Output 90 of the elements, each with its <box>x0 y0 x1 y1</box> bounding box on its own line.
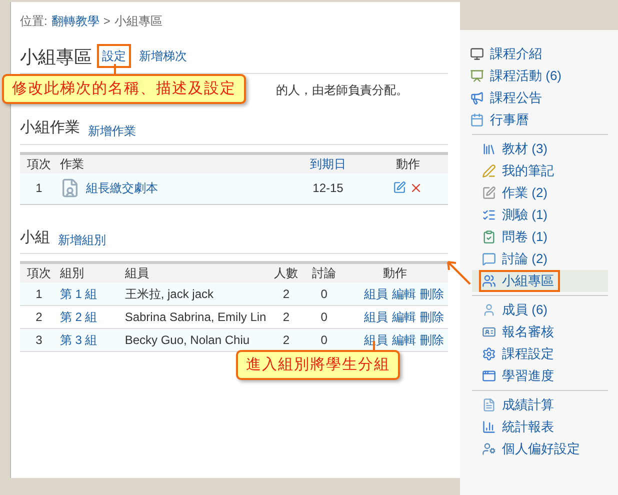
sidebar-label: 小組專區 <box>502 272 554 290</box>
sidebar-item[interactable]: 教材 (3) <box>472 138 608 160</box>
callout: 進入組別將學生分組 <box>236 350 400 380</box>
sidebar-item[interactable]: 小組專區 <box>472 270 608 292</box>
table-cell: 1 <box>20 173 58 204</box>
table-cell: 0 <box>306 328 342 352</box>
sidebar-item[interactable]: 行事曆 <box>460 109 608 131</box>
table-cell: 1 <box>20 282 58 306</box>
document-icon <box>482 398 496 412</box>
column-header: 作業 <box>58 153 288 173</box>
action-link[interactable]: 編輯 <box>392 308 416 326</box>
action-link[interactable]: 刪除 <box>420 284 444 303</box>
sidebar-item[interactable]: 課程介紹 <box>460 43 608 65</box>
title-link[interactable]: 新增梯次 <box>136 44 190 68</box>
column-header: 項次 <box>20 262 58 282</box>
table-cell: 2 <box>266 306 306 328</box>
gear-icon <box>482 347 496 361</box>
title-link[interactable]: 設定 <box>97 44 131 68</box>
column-header: 人數 <box>266 262 306 282</box>
breadcrumb-label: 位置: <box>20 13 48 30</box>
action-link[interactable]: 刪除 <box>420 331 444 349</box>
add-assignment-link[interactable]: 新增作業 <box>88 122 136 140</box>
group-link[interactable]: 第 3 組 <box>60 333 98 347</box>
assignment-link[interactable]: 組長繳交劇本 <box>86 179 158 198</box>
calendar-icon <box>470 113 484 127</box>
table-cell: Sabrina Sabrina, Emily Lin <box>124 306 266 328</box>
sidebar-item[interactable]: 個人偏好設定 <box>472 438 608 460</box>
column-header: 到期日 <box>288 153 368 173</box>
sidebar-item[interactable]: 報名審核 <box>472 321 608 343</box>
sidebar-item[interactable]: 成績計算 <box>472 394 608 416</box>
chat-icon <box>482 252 496 266</box>
user-icon <box>482 303 496 317</box>
column-header: 項次 <box>20 153 58 173</box>
sidebar-item[interactable]: 成員 (6) <box>472 299 608 321</box>
column-header: 動作 <box>342 262 448 282</box>
table-cell: 2 <box>20 306 58 328</box>
group-link[interactable]: 第 1 組 <box>60 286 98 301</box>
breadcrumb-current: 小組專區 <box>114 13 162 30</box>
megaphone-icon <box>470 91 484 105</box>
clipboard-icon <box>482 230 496 244</box>
sidebar-item[interactable]: 我的筆記 <box>472 160 608 182</box>
table-cell: 王米拉, jack jack <box>124 282 266 306</box>
column-header: 組員 <box>124 262 266 282</box>
sidebar-item[interactable]: 課程設定 <box>472 343 608 365</box>
group-link[interactable]: 第 2 組 <box>60 310 98 324</box>
bar-chart-icon <box>482 420 496 434</box>
monitor-icon <box>470 47 484 61</box>
breadcrumb-separator: > <box>103 13 110 30</box>
section-title: 小組作業 <box>20 118 80 138</box>
pen-icon <box>482 164 496 178</box>
user-gear-icon <box>482 442 496 456</box>
description: 的人，由老師負責分配。 <box>276 82 408 99</box>
table-cell: 2 <box>266 282 306 306</box>
checklist-icon <box>482 208 496 222</box>
table-cell: 12-15 <box>288 173 368 204</box>
sidebar-item[interactable]: 課程活動 (6) <box>460 65 608 87</box>
edit-icon[interactable] <box>393 181 406 194</box>
table-cell: 0 <box>306 306 342 328</box>
action-link[interactable]: 組員 <box>364 308 388 326</box>
callout: 修改此梯次的名稱、描述及設定 <box>2 74 246 104</box>
sidebar-item[interactable]: 作業 (2) <box>472 182 608 204</box>
books-icon <box>482 142 496 156</box>
board-icon <box>470 69 484 83</box>
pointer-arrow <box>445 259 472 286</box>
sidebar-item[interactable]: 問卷 (1) <box>472 226 608 248</box>
table-cell: 2 <box>266 328 306 352</box>
group-document-icon <box>60 178 80 198</box>
section-title: 小組 <box>20 228 50 248</box>
column-header: 討論 <box>306 262 342 282</box>
table-cell: Becky Guo, Nolan Chiu <box>124 328 266 352</box>
edit-icon <box>482 186 496 200</box>
sidebar-item[interactable]: 討論 (2) <box>472 248 608 270</box>
window-icon <box>482 369 496 383</box>
action-link[interactable]: 刪除 <box>420 308 444 326</box>
sidebar-item[interactable]: 學習進度 <box>472 365 608 387</box>
breadcrumb-link[interactable]: 翻轉教學 <box>51 12 100 30</box>
table-cell: 0 <box>306 282 342 306</box>
column-header: 組別 <box>58 262 125 282</box>
column-header: 動作 <box>368 153 448 173</box>
users-icon <box>482 274 496 288</box>
action-link[interactable]: 編輯 <box>392 284 416 303</box>
table-cell: 3 <box>20 328 58 352</box>
add-group-link[interactable]: 新增組別 <box>58 231 106 249</box>
sidebar-item[interactable]: 測驗 (1) <box>472 204 608 226</box>
id-card-icon <box>482 325 496 339</box>
action-link[interactable]: 編輯 <box>392 331 416 349</box>
page-title: 小組專區 <box>20 46 92 68</box>
sidebar-item[interactable]: 課程公告 <box>460 87 608 109</box>
sidebar-item[interactable]: 統計報表 <box>472 416 608 438</box>
action-link[interactable]: 組員 <box>364 284 388 303</box>
